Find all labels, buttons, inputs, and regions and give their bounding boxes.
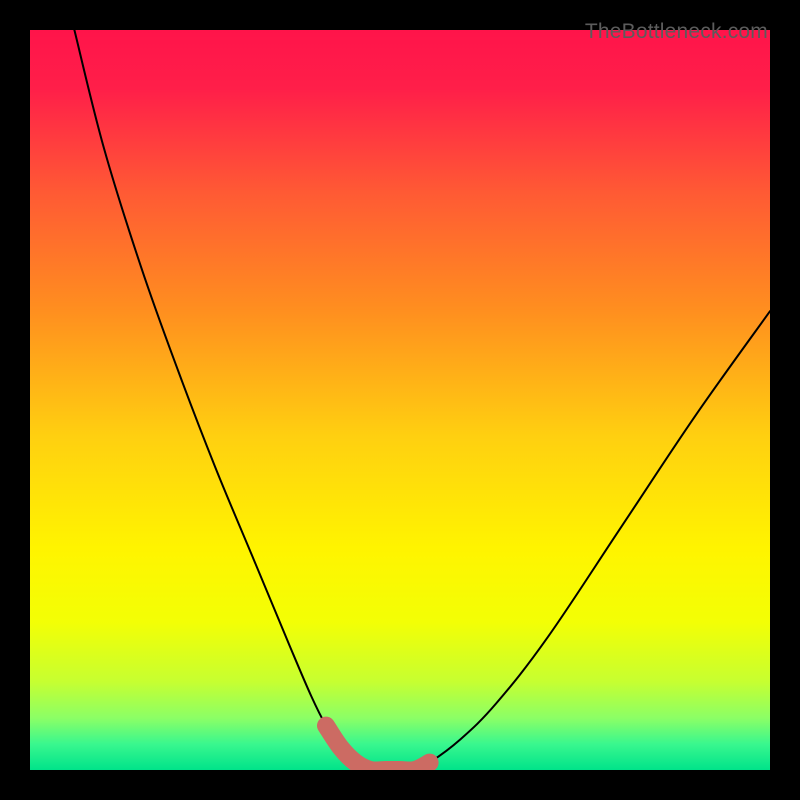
watermark-text: TheBottleneck.com (585, 20, 768, 44)
plot-area (30, 30, 770, 770)
chart-frame: TheBottleneck.com (20, 20, 780, 780)
optimal-range-marker (30, 30, 770, 770)
